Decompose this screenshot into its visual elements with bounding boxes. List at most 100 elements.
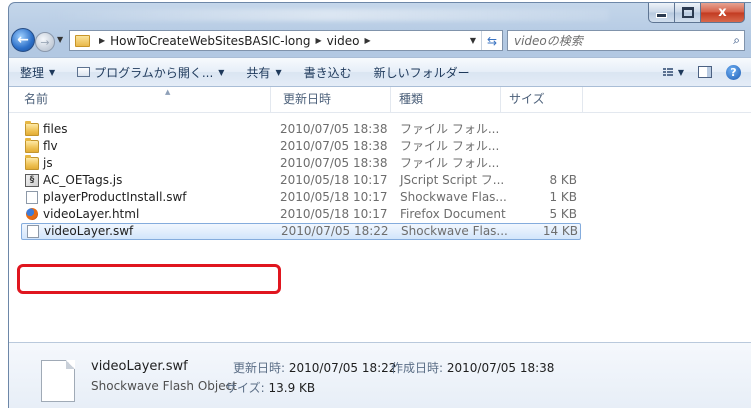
- breadcrumb-chevron-icon[interactable]: ▶: [316, 36, 322, 45]
- chevron-down-icon: ▼: [275, 67, 282, 77]
- file-date: 2010/05/18 10:17: [280, 173, 388, 187]
- burn-button[interactable]: 書き込む: [304, 64, 352, 81]
- organize-label: 整理: [20, 65, 45, 80]
- document-icon: [26, 191, 38, 204]
- details-modified-label: 更新日時:: [233, 361, 286, 375]
- caption-buttons: x: [648, 3, 745, 23]
- preview-pane-icon[interactable]: [698, 66, 712, 78]
- sort-ascending-icon: ▲: [165, 88, 171, 96]
- close-icon: x: [718, 5, 727, 20]
- burn-label: 書き込む: [303, 65, 352, 80]
- details-size-value: 13.9 KB: [268, 381, 316, 395]
- file-date: 2010/07/05 18:38: [280, 139, 388, 153]
- file-row-videolayer-html[interactable]: videoLayer.html 2010/05/18 10:17 Firefox…: [21, 206, 581, 223]
- folder-icon: [25, 138, 39, 153]
- search-icon[interactable]: ⌕: [733, 33, 740, 48]
- file-date: 2010/07/05 18:22: [281, 224, 389, 238]
- forward-arrow-icon: →: [40, 35, 50, 49]
- share-label: 共有: [246, 65, 271, 80]
- file-date: 2010/05/18 10:17: [280, 207, 388, 221]
- details-size: サイズ: 13.9 KB: [225, 379, 315, 396]
- file-type: Shockwave Flas...: [400, 190, 507, 204]
- file-date: 2010/07/05 18:38: [280, 122, 388, 136]
- column-header-size[interactable]: サイズ: [501, 87, 583, 112]
- toolbar-right: ▼ ?: [662, 58, 741, 86]
- file-row-videolayer-swf-selected[interactable]: videoLayer.swf 2010/07/05 18:22 Shockwav…: [21, 223, 581, 240]
- details-size-label: サイズ:: [225, 381, 265, 395]
- details-modified-value: 2010/07/05 18:22: [288, 361, 397, 375]
- file-name: videoLayer.swf: [44, 224, 134, 238]
- folder-icon: [75, 34, 90, 47]
- breadcrumb-item-current[interactable]: video: [327, 34, 360, 48]
- column-header: 名前 ▲ 更新日時 種類 サイズ: [9, 87, 751, 113]
- application-icon: [77, 67, 91, 77]
- back-button[interactable]: ←: [11, 28, 35, 52]
- breadcrumb-chevron-icon[interactable]: ▶: [364, 36, 370, 45]
- chevron-down-icon: ▼: [218, 67, 225, 77]
- file-type: JScript Script フ...: [400, 173, 505, 187]
- file-name: files: [43, 122, 68, 136]
- address-dropdown-icon[interactable]: ▼: [465, 36, 481, 45]
- file-row-files[interactable]: files 2010/07/05 18:38 ファイル フォル...: [21, 121, 581, 138]
- folder-icon: [25, 121, 39, 136]
- title-bar[interactable]: [49, 9, 609, 21]
- forward-button[interactable]: →: [35, 32, 55, 52]
- minimize-icon: [656, 13, 667, 18]
- column-header-type[interactable]: 種類: [391, 87, 501, 112]
- new-folder-label: 新しいフォルダー: [373, 65, 470, 80]
- address-bar[interactable]: ▶ HowToCreateWebSitesBASIC-long ▶ video …: [69, 30, 503, 51]
- command-bar: 整理 ▼ プログラムから開く... ▼ 共有 ▼ 書き込む 新しいフォルダー ▼: [9, 57, 751, 87]
- file-row-flv[interactable]: flv 2010/07/05 18:38 ファイル フォル...: [21, 138, 581, 155]
- file-type: ファイル フォル...: [400, 156, 500, 170]
- help-icon[interactable]: ?: [726, 64, 741, 80]
- share-menu[interactable]: 共有 ▼: [246, 64, 281, 81]
- back-arrow-icon: ←: [17, 32, 29, 48]
- organize-menu[interactable]: 整理 ▼: [20, 64, 55, 81]
- maximize-icon: [681, 7, 694, 18]
- file-name: flv: [43, 139, 58, 153]
- navigation-bar: ← → ▼ ▶ HowToCreateWebSitesBASIC-long ▶ …: [9, 25, 751, 55]
- open-with-label: プログラムから開く...: [94, 65, 214, 80]
- details-created: 作成日時: 2010/07/05 18:38: [391, 359, 554, 376]
- open-with-menu[interactable]: プログラムから開く... ▼: [77, 64, 224, 81]
- refresh-icon: ⇆: [486, 33, 498, 48]
- details-file-name: videoLayer.swf: [91, 359, 188, 374]
- column-header-name[interactable]: 名前: [9, 87, 271, 112]
- file-type: ファイル フォル...: [400, 139, 500, 153]
- file-type: ファイル フォル...: [400, 122, 500, 136]
- details-modified: 更新日時: 2010/07/05 18:22: [233, 359, 396, 376]
- file-name: videoLayer.html: [43, 207, 140, 221]
- file-size: 5 KB: [549, 207, 577, 221]
- file-list: 名前 ▲ 更新日時 種類 サイズ files 2010/07/05 18:38 …: [9, 87, 751, 342]
- file-date: 2010/07/05 18:38: [280, 156, 388, 170]
- search-input-placeholder[interactable]: videoの検索: [514, 32, 583, 49]
- annotation-highlight: [17, 264, 281, 294]
- breadcrumb-chevron-icon[interactable]: ▶: [99, 36, 105, 45]
- firefox-icon: [26, 208, 38, 220]
- file-type: Shockwave Flas...: [401, 224, 508, 238]
- search-box[interactable]: videoの検索 ⌕: [507, 30, 745, 51]
- file-size: 1 KB: [549, 190, 577, 204]
- chevron-down-icon: ▼: [49, 67, 56, 77]
- recent-pages-dropdown[interactable]: ▼: [57, 35, 63, 44]
- file-size: 8 KB: [549, 173, 577, 187]
- refresh-button[interactable]: ⇆: [481, 31, 502, 50]
- new-folder-button[interactable]: 新しいフォルダー: [374, 64, 470, 81]
- document-icon: [41, 360, 75, 402]
- folder-icon: [25, 155, 39, 170]
- file-size: 14 KB: [542, 224, 578, 238]
- minimize-button[interactable]: [648, 3, 675, 23]
- address-controls: ▼ ⇆: [465, 31, 502, 50]
- maximize-button[interactable]: [675, 3, 701, 23]
- file-row-ac-oetags[interactable]: § AC_OETags.js 2010/05/18 10:17 JScript …: [21, 172, 581, 189]
- details-pane: videoLayer.swf Shockwave Flash Object 更新…: [9, 342, 751, 408]
- file-type: Firefox Document: [400, 207, 506, 221]
- breadcrumb-item-parent[interactable]: HowToCreateWebSitesBASIC-long: [110, 34, 310, 48]
- column-header-date[interactable]: 更新日時: [271, 87, 391, 112]
- file-row-js[interactable]: js 2010/07/05 18:38 ファイル フォル...: [21, 155, 581, 172]
- explorer-window: x ← → ▼ ▶ HowToCreateWebSitesBASIC-long …: [8, 2, 751, 408]
- file-name: AC_OETags.js: [43, 173, 123, 187]
- close-button[interactable]: x: [701, 3, 745, 23]
- change-view-button[interactable]: ▼: [662, 68, 684, 77]
- file-row-player-product-install[interactable]: playerProductInstall.swf 2010/05/18 10:1…: [21, 189, 581, 206]
